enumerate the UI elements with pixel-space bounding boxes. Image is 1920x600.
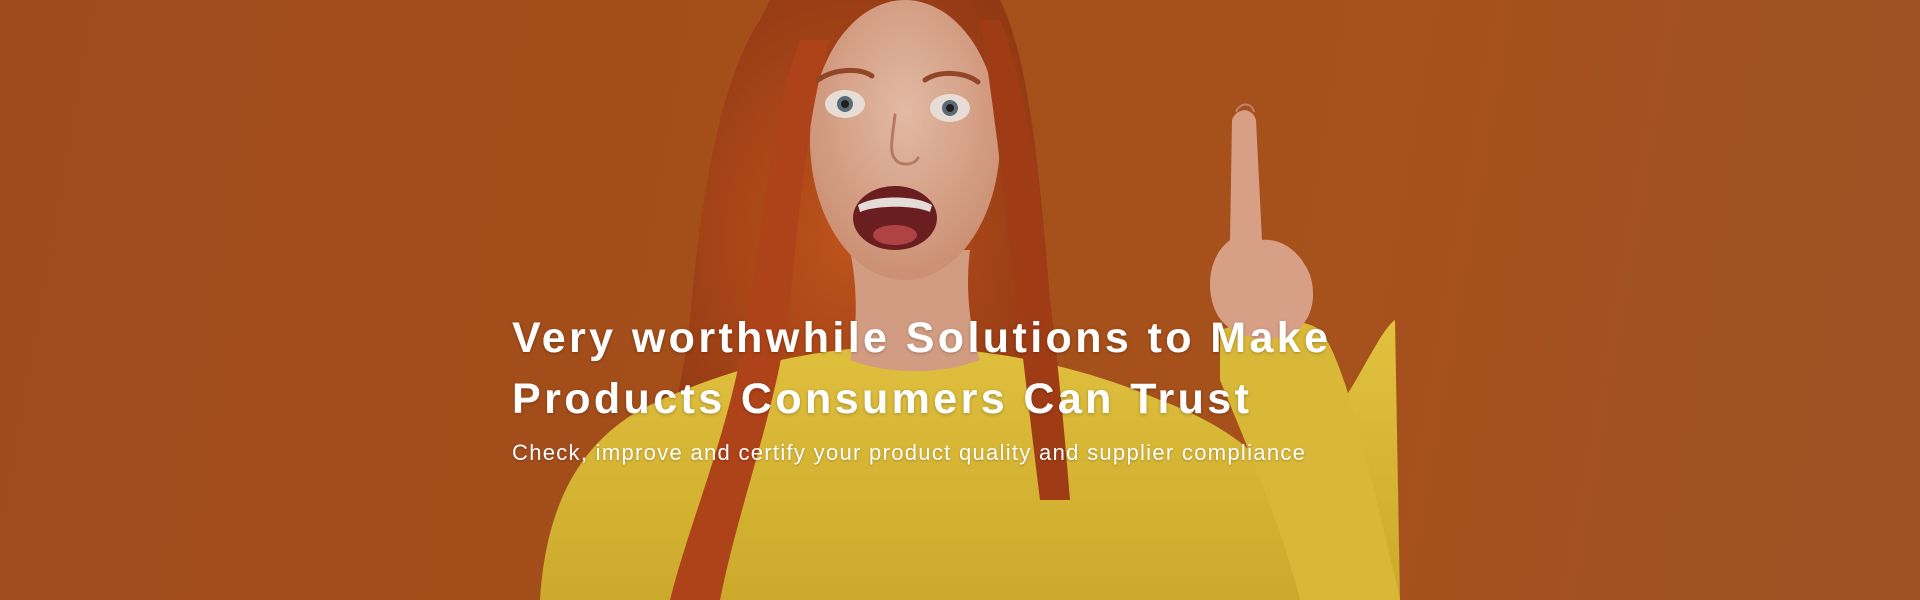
image-dim-overlay xyxy=(0,0,1920,600)
hero-text-block: Very worthwhile Solutions to Make Produc… xyxy=(512,308,1512,468)
hero-headline-line-1: Very worthwhile Solutions to Make xyxy=(512,314,1332,362)
hero-banner: Very worthwhile Solutions to Make Produc… xyxy=(0,0,1920,600)
hero-subheadline: Check, improve and certify your product … xyxy=(512,440,1307,465)
hero-headline-line-2: Products Consumers Can Trust xyxy=(512,375,1253,423)
hero-headline: Very worthwhile Solutions to Make Produc… xyxy=(512,308,1512,430)
